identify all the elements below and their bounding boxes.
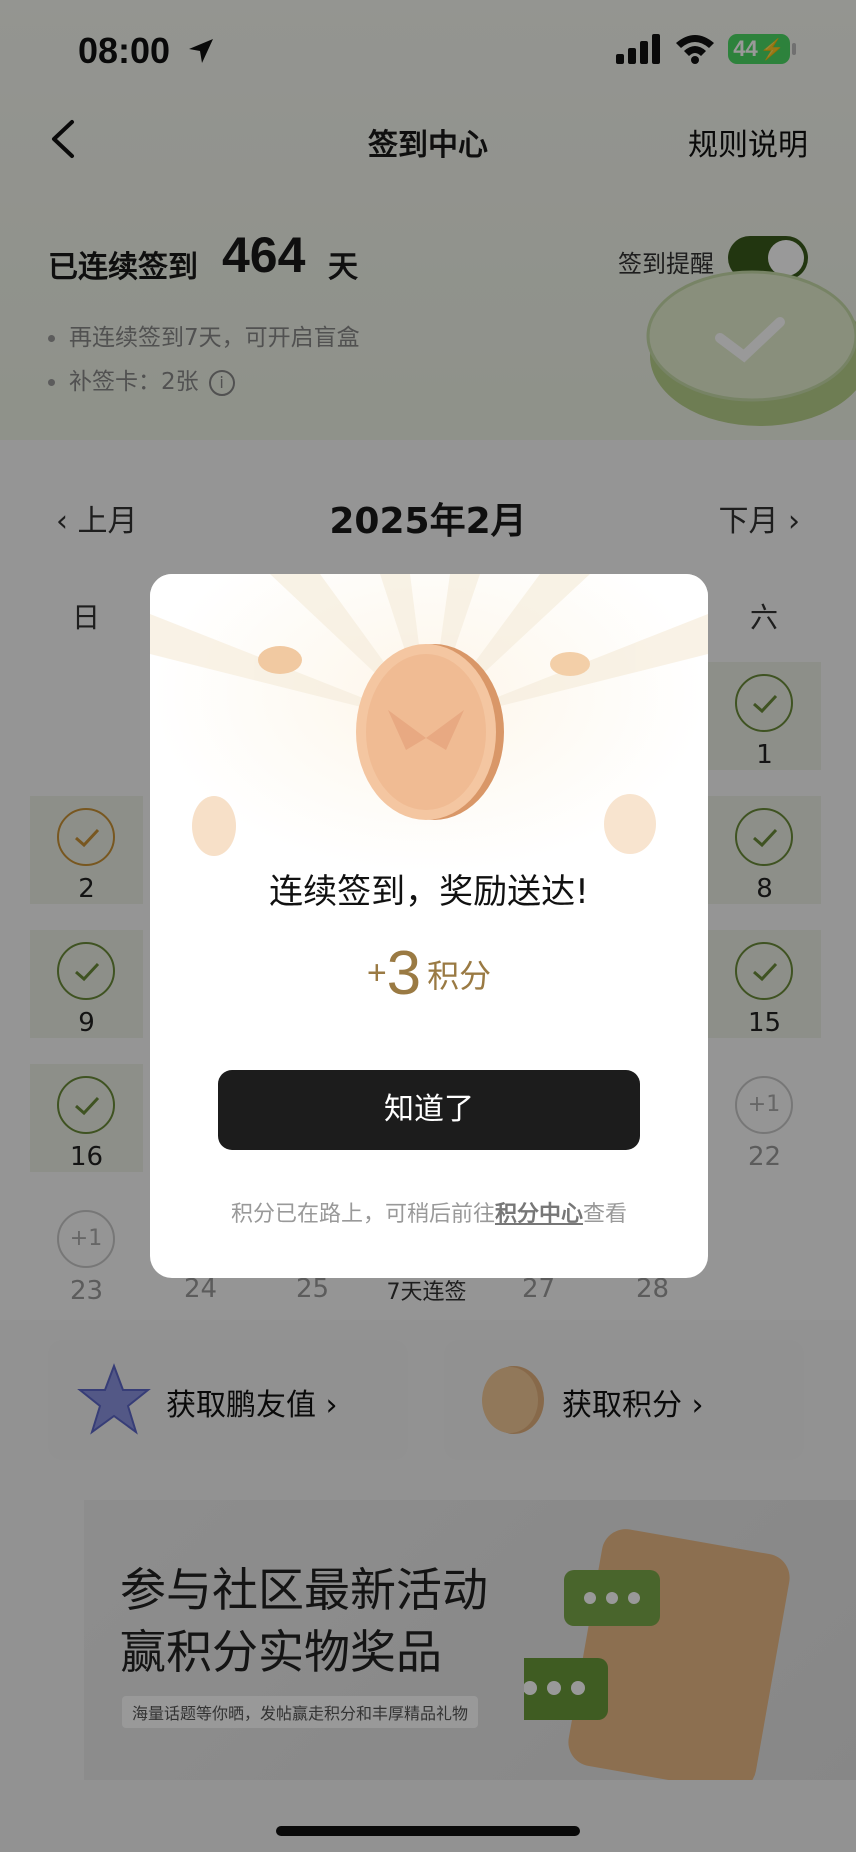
points-value: 3: [386, 939, 422, 1008]
dialog-note: 积分已在路上，可稍后前往积分中心查看: [150, 1196, 708, 1228]
points-plus: +: [366, 954, 387, 992]
coin-icon: [356, 644, 504, 820]
dialog-title: 连续签到，奖励送达!: [269, 872, 589, 912]
got-it-button[interactable]: 知道了: [218, 1070, 640, 1150]
note-suffix: 查看: [583, 1202, 628, 1227]
points-center-link[interactable]: 积分中心: [495, 1202, 583, 1227]
points-unit: 积分: [427, 956, 492, 995]
points-reward: +3 积分: [150, 938, 708, 1009]
note-prefix: 积分已在路上，可稍后前往: [230, 1202, 495, 1227]
reward-dialog: 连续签到，奖励送达! +3 积分 知道了 积分已在路上，可稍后前往积分中心查看: [150, 574, 708, 1278]
